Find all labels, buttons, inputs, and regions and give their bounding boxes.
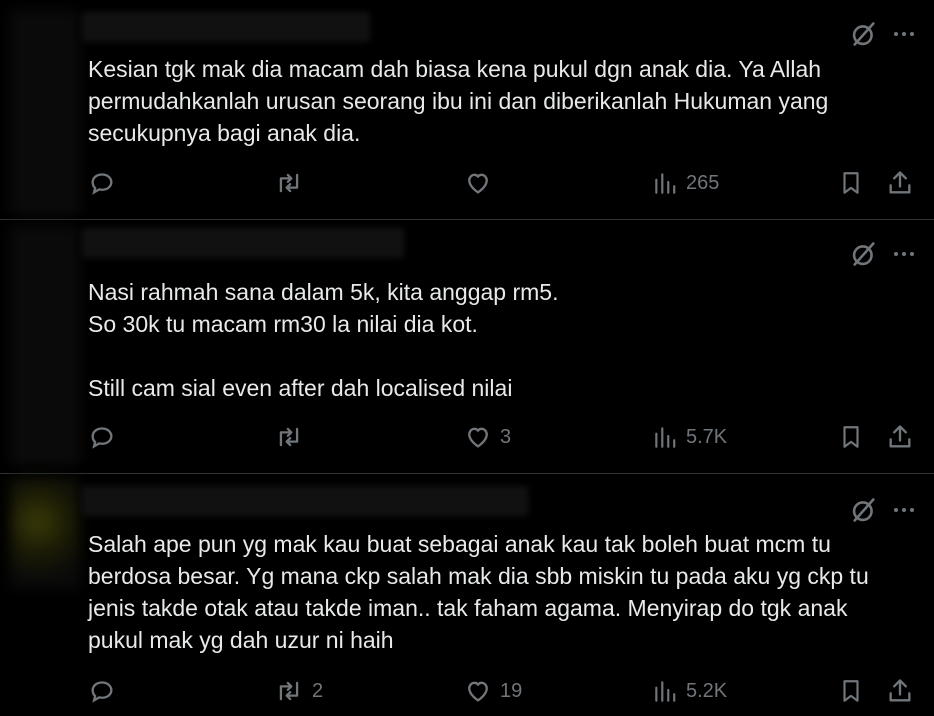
repost-button[interactable]: 2	[274, 675, 323, 707]
post-text-line	[88, 340, 908, 372]
like-icon	[464, 423, 492, 451]
post-text-line: secukupnya bagi anak dia.	[88, 120, 361, 146]
post[interactable]: Nasi rahmah sana dalam 5k, kita anggap r…	[0, 220, 934, 473]
bookmark-button[interactable]	[838, 421, 864, 453]
views-button[interactable]: 265	[652, 167, 719, 199]
like-button[interactable]	[464, 167, 500, 199]
like-button[interactable]: 19	[464, 675, 522, 707]
like-count: 3	[500, 425, 512, 448]
post-text: Salah ape pun yg mak kau buat sebagai an…	[88, 528, 908, 656]
post-text-line: Nasi rahmah sana dalam 5k, kita anggap r…	[88, 279, 559, 305]
views-count: 5.7K	[686, 425, 728, 448]
reply-icon	[88, 423, 116, 451]
views-count: 265	[686, 171, 720, 194]
share-icon	[886, 423, 914, 451]
avatar[interactable]	[10, 10, 80, 216]
views-icon	[652, 169, 678, 197]
like-icon	[464, 169, 492, 197]
like-icon	[464, 677, 492, 705]
views-button[interactable]: 5.7K	[652, 421, 727, 453]
post[interactable]: Kesian tgk mak dia macam dah biasa kena …	[0, 0, 934, 219]
share-icon	[886, 169, 914, 197]
post-text-line: Kesian tgk mak dia macam dah biasa kena …	[88, 56, 822, 82]
more-icon[interactable]	[892, 242, 916, 266]
post-text: Nasi rahmah sana dalam 5k, kita anggap r…	[88, 276, 908, 404]
bookmark-icon	[838, 677, 864, 705]
bookmark-button[interactable]	[838, 675, 864, 707]
grok-icon[interactable]	[850, 20, 878, 48]
author-name[interactable]	[82, 12, 370, 42]
more-icon[interactable]	[892, 498, 916, 522]
views-button[interactable]: 5.2K	[652, 675, 727, 707]
grok-icon[interactable]	[850, 496, 878, 524]
post-text-line: Salah ape pun yg mak kau buat sebagai an…	[88, 531, 831, 557]
bookmark-icon	[838, 423, 864, 451]
reply-icon	[88, 677, 116, 705]
reply-button[interactable]	[88, 421, 124, 453]
views-icon	[652, 677, 678, 705]
post-text-line: permudahkanlah urusan seorang ibu ini da…	[88, 88, 829, 114]
repost-icon	[274, 169, 304, 197]
grok-icon[interactable]	[850, 240, 878, 268]
repost-button[interactable]	[274, 167, 312, 199]
share-icon	[886, 677, 914, 705]
repost-button[interactable]	[274, 421, 312, 453]
reply-icon	[88, 169, 116, 197]
bookmark-button[interactable]	[838, 167, 864, 199]
like-button[interactable]: 3	[464, 421, 511, 453]
reply-button[interactable]	[88, 675, 124, 707]
share-button[interactable]	[886, 675, 914, 707]
share-button[interactable]	[886, 167, 914, 199]
author-name[interactable]	[82, 228, 404, 258]
post[interactable]: Salah ape pun yg mak kau buat sebagai an…	[0, 474, 934, 716]
post-text-line: So 30k tu macam rm30 la nilai dia kot.	[88, 311, 478, 337]
avatar[interactable]	[10, 478, 80, 588]
views-icon	[652, 423, 678, 451]
post-text-line: pukul mak yg dah uzur ni haih	[88, 627, 394, 653]
avatar[interactable]	[10, 226, 80, 466]
repost-icon	[274, 423, 304, 451]
post-text-line: berdosa besar. Yg mana ckp salah mak dia…	[88, 563, 869, 589]
post-text-line: Still cam sial even after dah localised …	[88, 375, 513, 401]
more-icon[interactable]	[892, 22, 916, 46]
post-text-line: jenis takde otak atau takde iman.. tak f…	[88, 595, 848, 621]
post-text: Kesian tgk mak dia macam dah biasa kena …	[88, 53, 908, 149]
repost-icon	[274, 677, 304, 705]
author-name[interactable]	[82, 486, 528, 516]
reply-button[interactable]	[88, 167, 124, 199]
repost-count: 2	[312, 679, 324, 702]
share-button[interactable]	[886, 421, 914, 453]
bookmark-icon	[838, 169, 864, 197]
like-count: 19	[500, 679, 523, 702]
views-count: 5.2K	[686, 679, 728, 702]
